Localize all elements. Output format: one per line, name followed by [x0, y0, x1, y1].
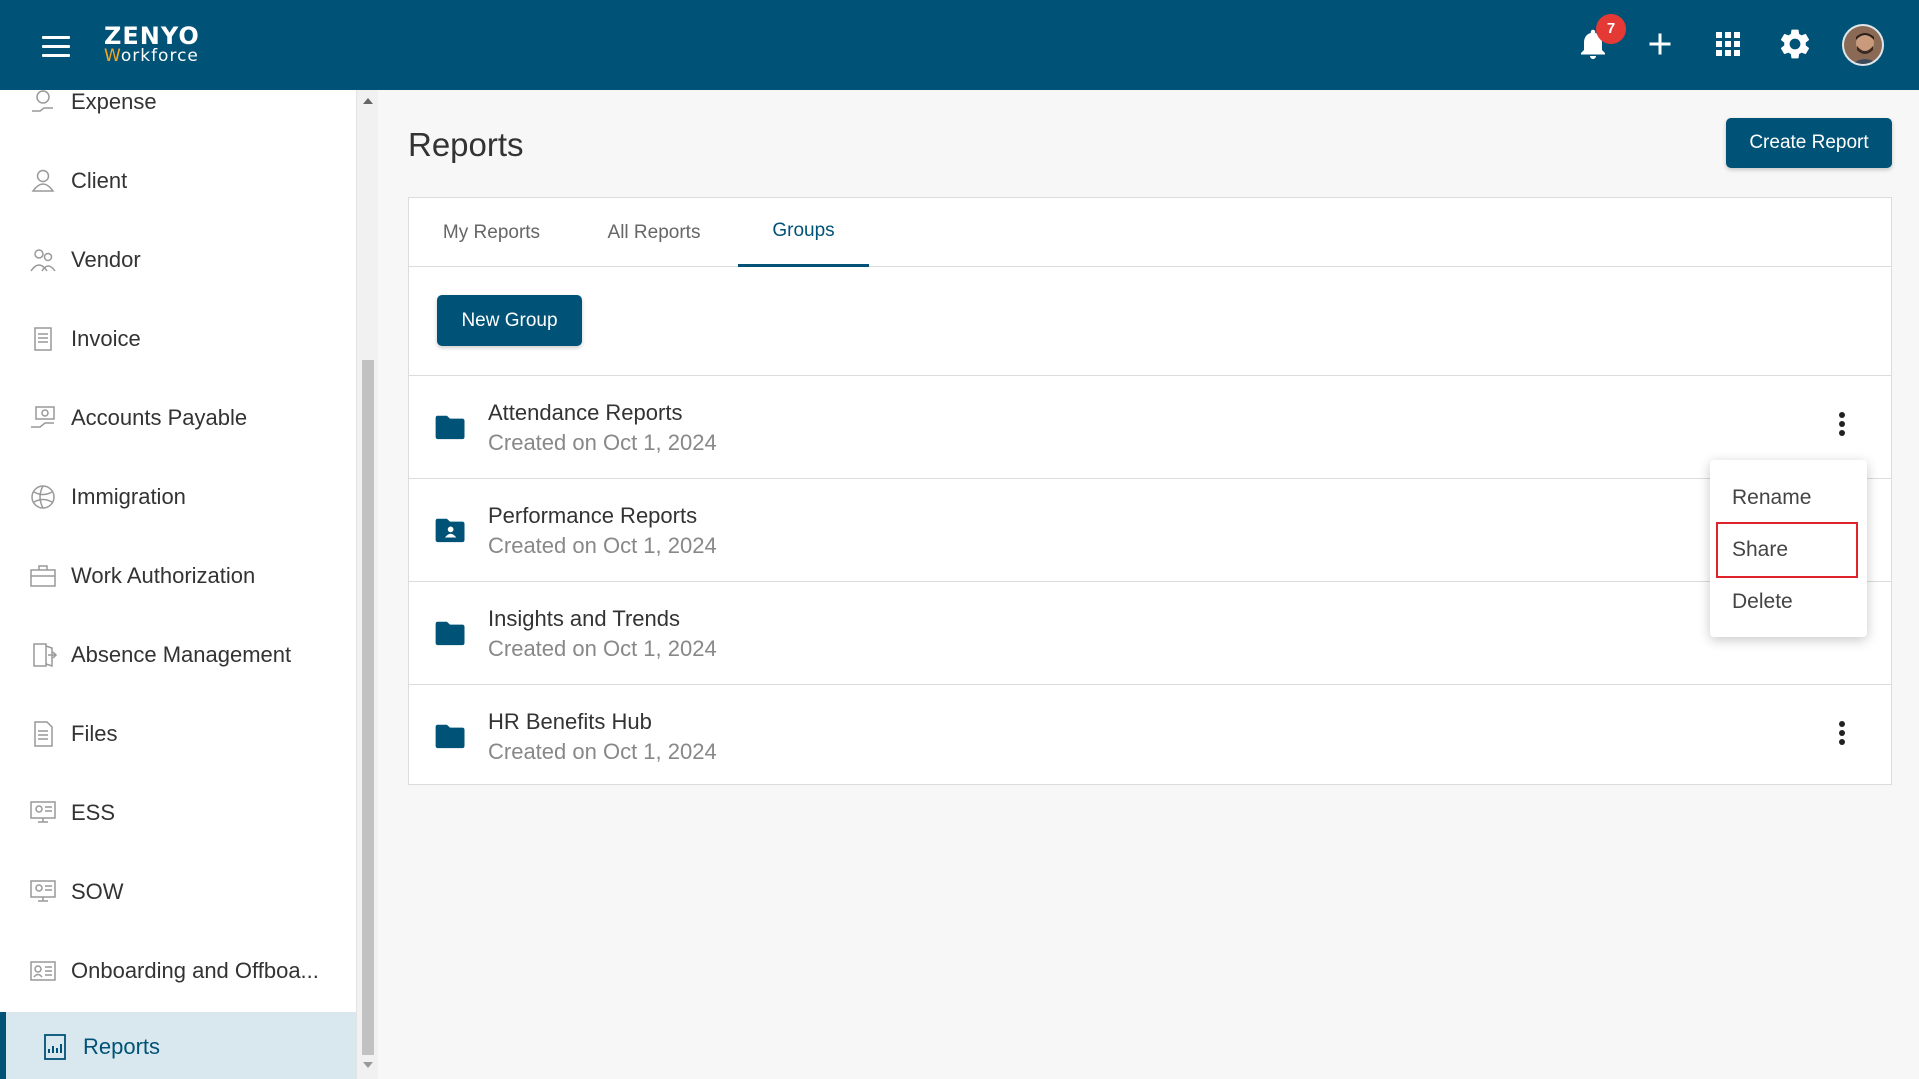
tab-all-reports[interactable]: All Reports [589, 198, 719, 267]
briefcase-icon [30, 564, 56, 587]
sidebar-item-accounts-payable[interactable]: Accounts Payable [0, 378, 356, 457]
reports-panel: My Reports All Reports Groups New Group … [408, 197, 1892, 785]
user-icon [31, 169, 55, 192]
apps-grid-icon[interactable] [1710, 26, 1746, 62]
sidebar-item-label: Vendor [71, 246, 141, 272]
id-card-icon [30, 960, 56, 981]
group-row[interactable]: HR Benefits Hub Created on Oct 1, 2024 [409, 684, 1891, 787]
sidebar-item-label: Reports [83, 1034, 161, 1059]
accounts-payable-icon [31, 405, 55, 428]
menu-icon[interactable] [42, 36, 70, 58]
folder-icon [435, 621, 465, 646]
scroll-down-arrow-icon[interactable] [363, 1062, 373, 1068]
scrollbar-thumb[interactable] [362, 360, 374, 1055]
logo-sub-text: Workforce [104, 46, 199, 66]
sidebar-item-label: Work Authorization [71, 562, 256, 588]
group-name: HR Benefits Hub [488, 709, 652, 734]
sidebar-item-label: Files [71, 720, 118, 746]
report-icon [44, 1034, 66, 1060]
group-created-date: Created on Oct 1, 2024 [488, 533, 717, 558]
sidebar-item-label: Onboarding and Offboa... [71, 957, 319, 983]
menu-item-delete[interactable]: Delete [1710, 578, 1867, 626]
sidebar-item-label: ESS [71, 799, 116, 825]
sidebar-scrollbar[interactable] [356, 90, 378, 1079]
exit-door-icon [33, 642, 58, 667]
group-row[interactable]: Performance Reports Created on Oct 1, 20… [409, 478, 1891, 581]
sidebar-item-ess[interactable]: ESS [0, 773, 356, 852]
file-icon [34, 720, 53, 747]
sidebar: Expense Client Vendor Invoice Accounts P… [0, 90, 356, 1079]
expense-icon [32, 90, 53, 112]
group-name: Attendance Reports [488, 400, 683, 425]
sidebar-item-label: Absence Management [71, 641, 292, 667]
sidebar-item-label: Invoice [71, 325, 141, 351]
sidebar-item-files[interactable]: Files [0, 694, 356, 773]
create-report-button[interactable]: Create Report [1726, 118, 1892, 168]
group-context-menu: Rename Share Delete [1710, 460, 1867, 637]
sidebar-item-sow[interactable]: SOW [0, 852, 356, 931]
tab-my-reports[interactable]: My Reports [429, 198, 554, 267]
top-navbar: ZENYO Workforce 7 [0, 0, 1919, 90]
plus-icon[interactable] [1642, 26, 1678, 62]
sidebar-item-absence-management[interactable]: Absence Management [0, 615, 356, 694]
sidebar-item-client[interactable]: Client [0, 141, 356, 220]
group-row[interactable]: Insights and Trends Created on Oct 1, 20… [409, 581, 1891, 684]
sow-icon [30, 879, 56, 902]
avatar[interactable] [1842, 24, 1884, 66]
sidebar-item-immigration[interactable]: Immigration [0, 457, 356, 536]
logo-brand-text: ZENYO [104, 22, 200, 50]
group-created-date: Created on Oct 1, 2024 [488, 739, 717, 764]
notification-badge: 7 [1596, 14, 1626, 44]
globe-icon [31, 484, 55, 509]
app-logo[interactable]: ZENYO Workforce [104, 24, 200, 65]
new-group-button[interactable]: New Group [437, 295, 582, 346]
folder-icon [435, 415, 465, 440]
gear-icon[interactable] [1777, 26, 1813, 62]
group-row[interactable]: Attendance Reports Created on Oct 1, 202… [409, 375, 1891, 478]
sidebar-item-label: SOW [71, 878, 124, 904]
ess-icon [30, 800, 56, 823]
group-name: Insights and Trends [488, 606, 681, 631]
page-title: Reports [408, 126, 524, 163]
sidebar-item-label: Immigration [71, 483, 186, 509]
report-tabs: My Reports All Reports Groups [409, 198, 1891, 267]
vendor-icon [30, 248, 56, 271]
avatar-image [1844, 26, 1882, 64]
group-created-date: Created on Oct 1, 2024 [488, 636, 717, 661]
menu-item-share[interactable]: Share [1716, 522, 1858, 578]
tab-groups[interactable]: Groups [738, 198, 869, 267]
folder-icon [435, 724, 465, 749]
sidebar-item-reports[interactable]: Reports [0, 1012, 356, 1079]
more-options-icon[interactable] [1829, 721, 1855, 753]
sidebar-item-expense[interactable]: Expense [0, 90, 356, 141]
sidebar-item-label: Client [71, 167, 128, 193]
scroll-up-arrow-icon[interactable] [363, 98, 373, 104]
sidebar-item-work-authorization[interactable]: Work Authorization [0, 536, 356, 615]
sidebar-item-label: Expense [71, 90, 157, 114]
group-name: Performance Reports [488, 503, 698, 528]
sidebar-item-onboarding[interactable]: Onboarding and Offboa... [0, 931, 356, 1010]
sidebar-item-invoice[interactable]: Invoice [0, 299, 356, 378]
group-created-date: Created on Oct 1, 2024 [488, 430, 717, 455]
invoice-icon [34, 326, 52, 351]
more-options-icon[interactable] [1829, 412, 1855, 444]
menu-item-rename[interactable]: Rename [1710, 474, 1867, 522]
folder-shared-icon [435, 518, 465, 543]
sidebar-item-label: Accounts Payable [71, 404, 248, 430]
sidebar-item-vendor[interactable]: Vendor [0, 220, 356, 299]
